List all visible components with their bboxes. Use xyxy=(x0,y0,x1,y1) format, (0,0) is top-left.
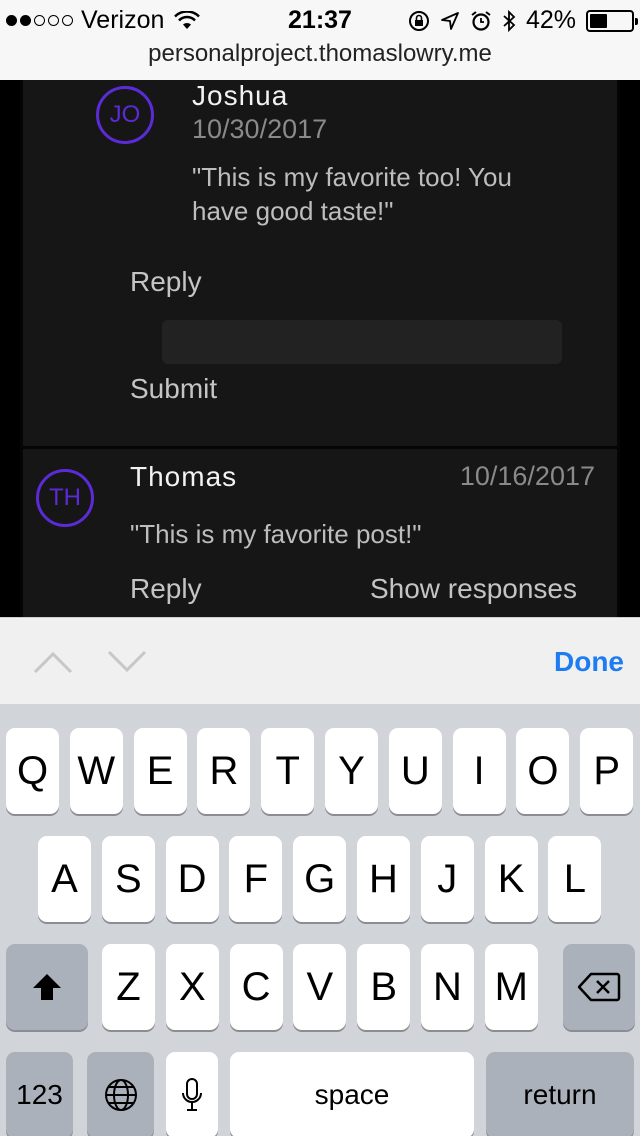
reply-link[interactable]: Reply xyxy=(130,266,202,298)
key-r[interactable]: R xyxy=(197,728,251,814)
key-w[interactable]: W xyxy=(69,728,123,814)
key-o[interactable]: O xyxy=(516,728,570,814)
key-h[interactable]: H xyxy=(357,836,410,922)
battery-percent: 42% xyxy=(525,6,576,34)
comments-section: JO Joshua 10/30/2017 "This is my favorit… xyxy=(0,80,640,617)
reply-link[interactable]: Reply xyxy=(130,573,202,605)
space-key[interactable]: space xyxy=(230,1052,474,1136)
comment-date: 10/16/2017 xyxy=(459,461,595,491)
done-button[interactable]: Done xyxy=(554,646,624,678)
key-a[interactable]: A xyxy=(38,836,91,922)
key-x[interactable]: X xyxy=(165,944,219,1030)
avatar: TH xyxy=(36,469,94,527)
key-s[interactable]: S xyxy=(101,836,155,922)
comment-text: "This is my favorite post!" xyxy=(130,519,422,549)
status-icons: 42% xyxy=(408,6,638,35)
comment-date: 10/30/2017 xyxy=(192,114,328,144)
keyboard-accessory-bar: Done xyxy=(0,617,640,704)
status-bar: Verizon 21:37 42% personalproject.thomas… xyxy=(0,0,640,80)
key-c[interactable]: C xyxy=(229,944,283,1030)
key-e[interactable]: E xyxy=(133,728,187,814)
rotation-lock-icon xyxy=(408,10,429,31)
key-g[interactable]: G xyxy=(293,836,347,922)
commenter-name: Thomas xyxy=(130,461,238,492)
chevron-up-icon[interactable] xyxy=(33,646,73,676)
avatar: JO xyxy=(96,86,154,144)
key-u[interactable]: U xyxy=(388,728,442,814)
shift-icon xyxy=(33,974,61,1000)
key-m[interactable]: M xyxy=(484,944,538,1030)
key-i[interactable]: I xyxy=(452,728,506,814)
globe-icon xyxy=(104,1079,137,1111)
key-l[interactable]: L xyxy=(548,836,602,922)
key-j[interactable]: J xyxy=(420,836,474,922)
key-z[interactable]: Z xyxy=(102,944,155,1030)
dictation-key[interactable] xyxy=(166,1052,218,1136)
reply-input[interactable] xyxy=(162,320,562,364)
comment-card: TH Thomas 10/16/2017 "This is my favorit… xyxy=(20,446,620,617)
return-key[interactable]: return xyxy=(486,1052,634,1136)
key-d[interactable]: D xyxy=(165,836,219,922)
key-p[interactable]: P xyxy=(580,728,634,814)
keyboard: QWERTYUIOP ASDFGHJKL ZXCVBNM 123 space r… xyxy=(0,704,640,1136)
show-responses-link[interactable]: Show responses xyxy=(370,573,577,605)
key-f[interactable]: F xyxy=(229,836,283,922)
key-y[interactable]: Y xyxy=(325,728,378,814)
key-v[interactable]: V xyxy=(293,944,347,1030)
microphone-icon xyxy=(182,1078,202,1111)
backspace-icon xyxy=(577,972,621,1002)
shift-key[interactable] xyxy=(6,944,88,1030)
numbers-key[interactable]: 123 xyxy=(6,1052,73,1136)
key-b[interactable]: B xyxy=(357,944,411,1030)
location-icon xyxy=(441,11,459,30)
key-q[interactable]: Q xyxy=(6,728,59,814)
submit-button[interactable]: Submit xyxy=(130,373,217,405)
chevron-down-icon[interactable] xyxy=(107,646,147,676)
comment-text: "This is my favorite too! You have good … xyxy=(192,162,512,226)
battery-icon xyxy=(586,9,638,32)
key-k[interactable]: K xyxy=(484,836,538,922)
globe-key[interactable] xyxy=(87,1052,154,1136)
commenter-name: Joshua xyxy=(192,80,289,111)
key-t[interactable]: T xyxy=(261,728,315,814)
key-n[interactable]: N xyxy=(421,944,474,1030)
delete-key[interactable] xyxy=(563,944,635,1030)
url-bar[interactable]: personalproject.thomaslowry.me xyxy=(0,40,640,68)
bluetooth-icon xyxy=(503,9,516,32)
alarm-icon xyxy=(471,10,491,31)
